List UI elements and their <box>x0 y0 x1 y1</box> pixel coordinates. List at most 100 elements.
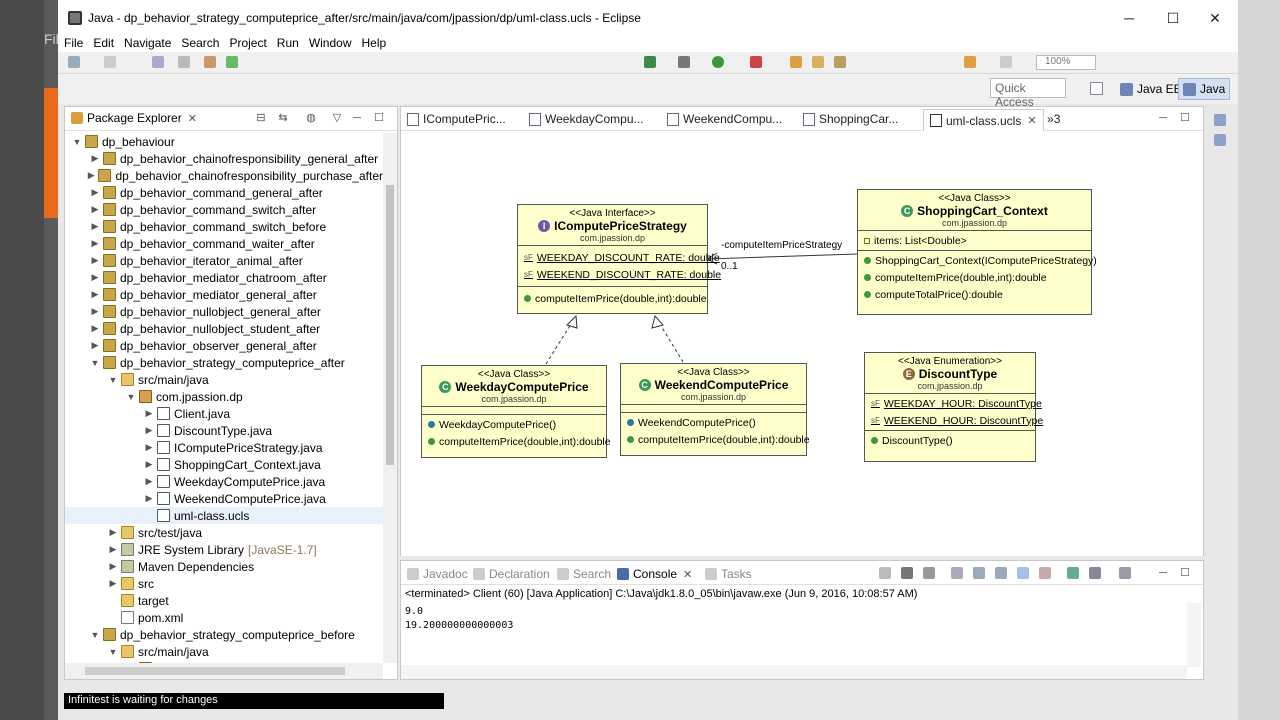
tree-item[interactable]: ▶ Client.java <box>65 405 383 422</box>
focus-icon[interactable]: ◍ <box>305 112 317 124</box>
external-tools-icon[interactable] <box>750 56 762 68</box>
menu-file[interactable]: File <box>64 36 83 50</box>
tree-item[interactable]: ▼ dp_behaviour <box>65 133 383 150</box>
expand-arrow-icon[interactable]: ▶ <box>89 272 101 283</box>
menu-window[interactable]: Window <box>309 36 352 50</box>
forward-icon[interactable] <box>1000 56 1012 68</box>
tree-item[interactable]: ▼ dp_behavior_strategy_computeprice_befor… <box>65 626 383 643</box>
expand-arrow-icon[interactable]: ▶ <box>89 289 101 300</box>
expand-arrow-icon[interactable]: ▶ <box>89 204 101 215</box>
zoom-combo[interactable]: 100% <box>1036 55 1096 70</box>
maximize-button[interactable]: ☐ <box>1150 0 1196 36</box>
menu-navigate[interactable]: Navigate <box>124 36 171 50</box>
interface-box-icomputepricestrategy[interactable]: <<Java Interface>> I IComputePriceStrateg… <box>517 204 721 314</box>
tree-item[interactable]: ▶ JRE System Library [JavaSE-1.7] <box>65 541 383 558</box>
expand-arrow-icon[interactable]: ▶ <box>89 255 101 266</box>
tree-item[interactable]: ▶ dp_behavior_command_waiter_after <box>65 235 383 252</box>
tree-item[interactable]: ▶ dp_behavior_mediator_general_after <box>65 286 383 303</box>
tab-search[interactable]: Search <box>557 567 611 581</box>
close-button[interactable]: ✕ <box>1192 0 1238 36</box>
class-box-weekdaycomputeprice[interactable]: <<Java Class>> C WeekdayComputePrice com.… <box>421 365 611 458</box>
word-wrap-icon[interactable] <box>995 567 1007 579</box>
editor-tab-weekday[interactable]: WeekdayCompu... <box>529 112 644 126</box>
collapse-arrow-icon[interactable]: ▼ <box>89 358 101 368</box>
tree-item[interactable]: ▶ dp_behavior_chainofresponsibility_gener… <box>65 150 383 167</box>
expand-arrow-icon[interactable]: ▶ <box>89 323 101 334</box>
tree-item[interactable]: ▶ dp_behavior_command_general_after <box>65 184 383 201</box>
tree-item[interactable]: ▼ src/main/java <box>65 643 383 660</box>
expand-arrow-icon[interactable]: ▶ <box>143 493 155 504</box>
expand-arrow-icon[interactable]: ▶ <box>89 238 101 249</box>
tree-item[interactable]: ▶ dp_behavior_mediator_chatroom_after <box>65 269 383 286</box>
close-tab-icon[interactable]: ✕ <box>1027 114 1036 127</box>
tab-declaration[interactable]: Declaration <box>473 567 550 581</box>
tree-item[interactable]: ▶ WeekdayComputePrice.java <box>65 473 383 490</box>
expand-arrow-icon[interactable]: ▶ <box>107 561 119 572</box>
editor-tab-icomputeprice[interactable]: IComputePric... <box>407 112 506 126</box>
tree-item[interactable]: ▶ DiscountType.java <box>65 422 383 439</box>
close-tab-icon[interactable]: ✕ <box>188 112 197 125</box>
expand-arrow-icon[interactable]: ▶ <box>89 340 101 351</box>
tree-item[interactable]: ▶ dp_behavior_nullobject_student_after <box>65 320 383 337</box>
tree-item[interactable]: ▶ dp_behavior_observer_general_after <box>65 337 383 354</box>
tree-item[interactable]: ▶ WeekendComputePrice.java <box>65 490 383 507</box>
menu-edit[interactable]: Edit <box>93 36 114 50</box>
expand-arrow-icon[interactable]: ▶ <box>107 578 119 589</box>
open-console-icon[interactable] <box>152 56 164 68</box>
remove-all-icon[interactable] <box>923 567 935 579</box>
collapse-arrow-icon[interactable]: ▼ <box>125 392 137 402</box>
minimize-editor-icon[interactable]: ─ <box>1157 112 1169 124</box>
tree-item[interactable]: ▼ com.jpassion.dp <box>65 388 383 405</box>
restore-icon[interactable] <box>1214 114 1226 126</box>
minimize-view-icon[interactable]: ─ <box>351 112 363 124</box>
collapse-all-icon[interactable]: ⊟ <box>255 112 267 124</box>
link-with-editor-icon[interactable]: ⇆ <box>277 112 289 124</box>
expand-arrow-icon[interactable]: ▶ <box>89 187 101 198</box>
display-console-icon[interactable] <box>1089 567 1101 579</box>
expand-arrow-icon[interactable]: ▶ <box>143 459 155 470</box>
tree-item[interactable]: target <box>65 592 383 609</box>
tree-item[interactable]: ▶ dp_behavior_nullobject_general_after <box>65 303 383 320</box>
menu-run[interactable]: Run <box>277 36 299 50</box>
expand-arrow-icon[interactable]: ▶ <box>143 408 155 419</box>
new-icon[interactable] <box>68 56 80 68</box>
save-icon[interactable] <box>104 56 116 68</box>
menu-search[interactable]: Search <box>181 36 219 50</box>
collapse-arrow-icon[interactable]: ▼ <box>107 647 119 657</box>
search-toolbar-icon[interactable] <box>834 56 846 68</box>
expand-arrow-icon[interactable]: ▶ <box>143 476 155 487</box>
collapse-arrow-icon[interactable]: ▼ <box>107 375 119 385</box>
perspective-java-ee[interactable]: Java EE <box>1116 78 1186 100</box>
tree-item[interactable]: ▼ dp_behavior_strategy_computeprice_after <box>65 354 383 371</box>
tree-item[interactable]: uml-class.ucls <box>65 507 383 524</box>
show-on-error-icon[interactable] <box>1039 567 1051 579</box>
maximize-view-icon[interactable]: ☐ <box>373 112 385 124</box>
show-on-output-icon[interactable] <box>1017 567 1029 579</box>
expand-arrow-icon[interactable]: ▶ <box>143 442 155 453</box>
tree-horizontal-scrollbar[interactable] <box>65 663 383 679</box>
class-box-weekendcomputeprice[interactable]: <<Java Class>> C WeekendComputePrice com.… <box>620 363 810 456</box>
clear-console-icon[interactable] <box>951 567 963 579</box>
console-output[interactable]: 9.0 19.200000000000003 <box>405 605 513 633</box>
build-icon[interactable] <box>204 56 216 68</box>
enum-box-discounttype[interactable]: <<Java Enumeration>> E DiscountType com.j… <box>864 352 1043 462</box>
new-java-project-icon[interactable] <box>790 56 802 68</box>
view-menu-icon[interactable]: ▽ <box>331 112 343 124</box>
menu-project[interactable]: Project <box>229 36 266 50</box>
bug-icon[interactable] <box>678 56 690 68</box>
tree-vertical-scrollbar[interactable] <box>383 133 397 663</box>
minimize-button[interactable]: ─ <box>1106 0 1152 36</box>
expand-arrow-icon[interactable]: ▶ <box>89 306 101 317</box>
tab-console[interactable]: Console ✕ <box>617 567 692 581</box>
class-box-shoppingcart-context[interactable]: <<Java Class>> C ShoppingCart_Context com… <box>857 189 1097 315</box>
debug-icon[interactable] <box>644 56 656 68</box>
console-horizontal-scrollbar[interactable] <box>401 665 1187 679</box>
back-icon[interactable] <box>964 56 976 68</box>
tab-tasks[interactable]: Tasks <box>705 567 752 581</box>
tree-item[interactable]: ▶ src <box>65 575 383 592</box>
tree-item[interactable]: ▶ src/test/java <box>65 524 383 541</box>
tree-hscroll-thumb[interactable] <box>85 667 345 675</box>
tab-javadoc[interactable]: Javadoc <box>407 567 468 581</box>
tree-item[interactable]: ▼ src/main/java <box>65 371 383 388</box>
run-icon[interactable] <box>712 56 724 68</box>
